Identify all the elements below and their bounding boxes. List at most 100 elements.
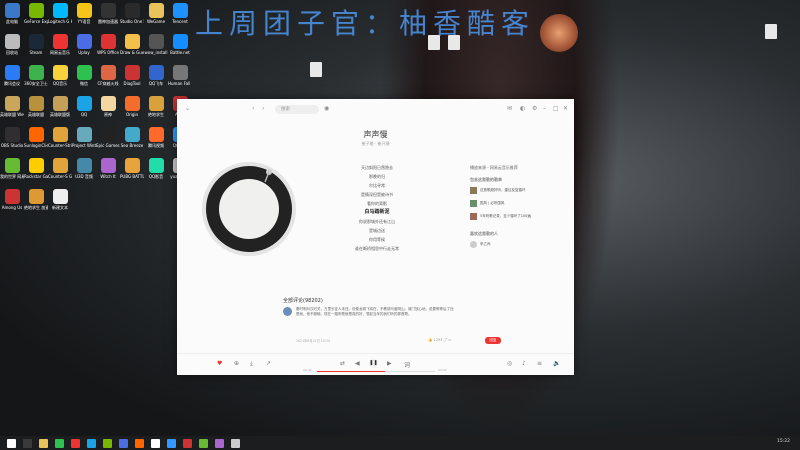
desktop-file-icon[interactable] xyxy=(428,35,440,50)
app-icon xyxy=(100,3,116,18)
desktop-file-icon[interactable] xyxy=(765,24,777,39)
playlist-item[interactable]: 这首歌超好听，建议反复循环 xyxy=(470,186,526,195)
comment-icon[interactable]: ▭ xyxy=(448,338,451,342)
lyrics-icon[interactable]: 词 xyxy=(404,360,410,369)
taskbar-app-icon[interactable] xyxy=(103,438,112,448)
app-icon xyxy=(148,65,164,80)
volume-icon[interactable]: 🔈 xyxy=(553,360,560,367)
song-artist[interactable]: 崔子格 · 崔开潮 xyxy=(177,141,574,147)
taskbar-app-icon[interactable] xyxy=(135,438,144,448)
app-icon xyxy=(172,34,188,49)
comments-heading: 全部评论(98202) xyxy=(283,298,323,304)
avatar[interactable] xyxy=(283,307,292,316)
taskbar-app-icon[interactable] xyxy=(199,438,208,448)
taskbar-app-icon[interactable] xyxy=(215,438,224,448)
desktop-shortcut[interactable]: PUBG BATTLEGR xyxy=(120,158,144,196)
heart-icon[interactable]: ♥ xyxy=(217,360,222,367)
desktop-shortcut[interactable]: 新建文本 xyxy=(48,189,72,227)
shortcut-label: Logitech G HUB xyxy=(48,19,72,24)
shortcut-label: CF穿越火线 xyxy=(97,81,119,86)
mail-icon[interactable]: ✉ xyxy=(507,105,512,112)
like-icon[interactable]: 👍 xyxy=(428,338,432,342)
desktop-shortcut[interactable]: 绝地求生 加速器 xyxy=(24,189,48,227)
tonearm-icon xyxy=(264,169,272,183)
lyric-line[interactable]: 天边斜阳已然隐去 xyxy=(322,163,432,172)
taskbar-app-icon[interactable] xyxy=(39,438,48,448)
lyrics-panel[interactable]: 天边斜阳已然隐去 那晚的归 尔比寻常 是情深但是被诗书 看你的背影 白马踏新泥 你说那城外还… xyxy=(322,163,432,253)
shortcut-label: Steam xyxy=(29,50,43,55)
lyric-line[interactable]: 你说那城外还有江山 xyxy=(322,217,432,226)
chevron-down-icon[interactable]: ⌄ xyxy=(185,105,190,112)
desktop-shortcut[interactable]: QQ影音 xyxy=(144,158,168,196)
playlist-item[interactable]: 5年听歌记录，至少循环了100遍 xyxy=(470,212,531,221)
next-icon[interactable]: ▶ xyxy=(387,360,392,367)
app-icon xyxy=(172,65,188,80)
listener-item[interactable]: 甲乙丙 xyxy=(470,240,491,249)
minimize-icon[interactable]: – xyxy=(543,105,546,112)
playlist-item[interactable]: 国风 | 必听国风 xyxy=(470,199,504,208)
taskbar-app-icon[interactable] xyxy=(87,438,96,448)
download-icon[interactable]: ⤓ xyxy=(250,360,253,368)
app-icon xyxy=(52,3,68,18)
shortcut-label: WeGame xyxy=(146,19,166,24)
lyric-line-active[interactable]: 白马踏新泥 xyxy=(322,208,432,217)
app-icon xyxy=(52,189,68,204)
similar-playlists-heading: 包含这首歌的歌单 xyxy=(470,177,502,182)
add-icon[interactable]: ⊕ xyxy=(234,360,239,367)
desktop-shortcut[interactable]: U3D 音频 xyxy=(72,158,96,196)
search-input[interactable]: 搜索 xyxy=(275,105,319,114)
reply-button[interactable]: 回复 xyxy=(485,337,501,344)
taskbar-app-icon[interactable] xyxy=(55,438,64,448)
desktop-file-icon[interactable] xyxy=(448,35,460,50)
shortcut-label: Studio One 5 xyxy=(120,19,144,24)
lyric-line[interactable]: 你用等候 xyxy=(322,235,432,244)
shortcut-label: Counter-Strike xyxy=(48,143,72,148)
quality-icon[interactable]: ◎ xyxy=(507,360,512,367)
clock[interactable]: 15:22 xyxy=(777,439,790,444)
taskbar-app-icon[interactable] xyxy=(167,438,176,448)
playback-source[interactable]: 播放来源 · 网易云音乐推荐 xyxy=(470,165,518,171)
taskbar-app-icon[interactable] xyxy=(23,438,32,448)
desktop-shortcut[interactable]: Among Us xyxy=(0,189,24,227)
skin-icon[interactable]: ◐ xyxy=(520,105,525,112)
lyric-line[interactable]: 看你的背影 xyxy=(322,199,432,208)
playlist-icon[interactable]: ≡ xyxy=(537,360,542,367)
back-icon[interactable]: ‹ xyxy=(252,105,254,112)
lyric-line[interactable]: 是城边送 xyxy=(322,226,432,235)
listeners-heading: 喜欢这首歌的人 xyxy=(470,231,498,236)
lyric-line[interactable]: 那晚的归 xyxy=(322,172,432,181)
taskbar-app-icon[interactable] xyxy=(183,438,192,448)
rose-decoration xyxy=(540,14,578,52)
sound-effect-icon[interactable]: ♪ xyxy=(522,360,526,367)
windows-start-icon[interactable] xyxy=(7,438,16,448)
app-icon xyxy=(172,3,188,18)
close-icon[interactable]: ✕ xyxy=(563,105,568,112)
share-icon[interactable]: ↗ xyxy=(266,360,271,367)
lyric-line[interactable]: 尔比寻常 xyxy=(322,181,432,190)
desktop-shortcut[interactable]: Witch It xyxy=(96,158,120,196)
shortcut-label: 英雄联盟 WeGame版 xyxy=(0,112,24,117)
loop-icon[interactable]: ⇄ xyxy=(340,360,345,367)
progress-bar[interactable] xyxy=(317,371,435,372)
shortcut-label: Counter-S Global Off xyxy=(48,174,72,179)
shortcut-label: 此电脑 xyxy=(6,19,18,24)
previous-icon[interactable]: ◀ xyxy=(355,360,360,367)
app-icon xyxy=(76,65,92,80)
app-icon xyxy=(28,158,44,173)
app-icon xyxy=(148,3,164,18)
taskbar-app-icon[interactable] xyxy=(71,438,80,448)
app-icon xyxy=(124,65,140,80)
taskbar-app-icon[interactable] xyxy=(151,438,160,448)
taskbar-app-icon[interactable] xyxy=(119,438,128,448)
desktop-file-icon[interactable] xyxy=(310,62,322,77)
pause-button[interactable]: ❚❚ xyxy=(369,359,378,368)
settings-icon[interactable]: ⚙ xyxy=(532,105,537,112)
share-icon[interactable]: ⤴ xyxy=(444,338,448,342)
taskbar-app-icon[interactable] xyxy=(231,438,240,448)
lyric-line[interactable]: 是情深但是被诗书 xyxy=(322,190,432,199)
mic-icon[interactable]: ◉ xyxy=(324,105,329,112)
song-title: 声声慢 xyxy=(363,130,388,139)
maximize-icon[interactable]: □ xyxy=(553,105,559,112)
forward-icon[interactable]: › xyxy=(262,105,264,112)
lyric-line[interactable]: 谁在断桥相思中行走无常 xyxy=(322,244,432,253)
